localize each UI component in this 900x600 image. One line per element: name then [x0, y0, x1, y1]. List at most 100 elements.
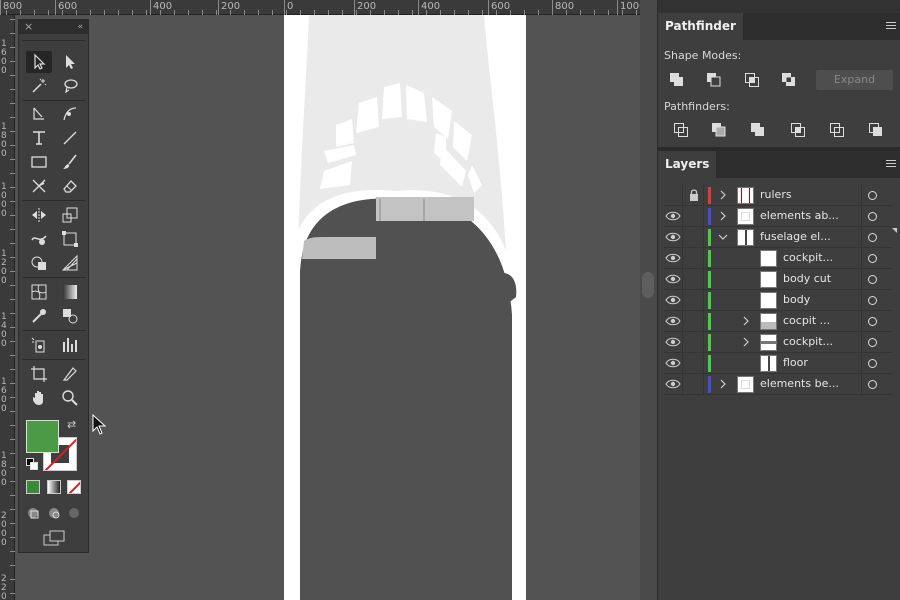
line-tool[interactable] — [57, 127, 83, 149]
visibility-eye-icon[interactable] — [665, 293, 681, 307]
reflect-tool[interactable] — [26, 204, 52, 226]
tab-pathfinder[interactable]: Pathfinder — [658, 13, 743, 40]
panel-resize-handle[interactable] — [642, 272, 654, 298]
tools-panel-header[interactable]: × « — [19, 20, 88, 34]
visibility-eye-icon[interactable] — [665, 335, 681, 349]
horizontal-ruler[interactable]: 800 600 400 200 0 200 400 600 800 1000 — [0, 0, 657, 15]
chevron-right-icon[interactable] — [718, 379, 728, 389]
lock-toggle[interactable] — [688, 293, 700, 307]
chevron-right-icon[interactable] — [718, 190, 728, 200]
scale-tool[interactable] — [57, 204, 83, 226]
shaper-tool[interactable] — [26, 175, 52, 197]
layer-row[interactable]: elements ab... — [664, 206, 893, 227]
layer-row[interactable]: floor — [664, 353, 893, 374]
paintbrush-tool[interactable] — [57, 151, 83, 173]
target-circle-icon[interactable] — [868, 317, 877, 326]
target-circle-icon[interactable] — [868, 212, 877, 221]
draw-inside-button[interactable] — [67, 505, 81, 519]
lasso-tool[interactable] — [57, 75, 83, 97]
target-circle-icon[interactable] — [868, 233, 877, 242]
layer-row[interactable]: cocpit ... — [664, 311, 893, 332]
perspective-grid-tool[interactable] — [57, 252, 83, 274]
layer-name[interactable]: elements ab... — [760, 209, 839, 222]
lock-toggle[interactable] — [688, 335, 700, 349]
layers-scroll-indicator[interactable] — [892, 228, 897, 233]
slice-tool[interactable] — [57, 363, 83, 385]
visibility-eye-icon[interactable] — [665, 272, 681, 286]
layer-row[interactable]: cockpit... — [664, 248, 893, 269]
draw-behind-button[interactable] — [47, 505, 61, 519]
mesh-tool[interactable] — [26, 281, 52, 303]
chevron-right-icon[interactable] — [741, 337, 751, 347]
visibility-eye-icon[interactable] — [665, 314, 681, 328]
pathfinder-menu-icon[interactable] — [886, 22, 896, 31]
zoom-tool[interactable] — [57, 387, 83, 409]
magic-wand-tool[interactable] — [26, 75, 52, 97]
visibility-toggle[interactable] — [665, 188, 681, 202]
blend-tool[interactable] — [57, 305, 83, 327]
chevron-down-icon[interactable] — [718, 232, 728, 242]
hand-tool[interactable] — [26, 387, 52, 409]
layer-name[interactable]: cockpit... — [783, 251, 833, 264]
visibility-eye-icon[interactable] — [665, 209, 681, 223]
unite-button[interactable] — [667, 70, 687, 90]
target-circle-icon[interactable] — [868, 338, 877, 347]
eraser-tool[interactable] — [57, 175, 83, 197]
merge-button[interactable] — [748, 120, 768, 140]
color-mode-button[interactable] — [26, 480, 40, 494]
lock-toggle[interactable] — [688, 209, 700, 223]
type-tool[interactable] — [26, 127, 52, 149]
layer-row[interactable]: rulers — [664, 185, 893, 206]
visibility-eye-icon[interactable] — [665, 251, 681, 265]
layer-name[interactable]: cockpit... — [783, 335, 833, 348]
artboard[interactable] — [284, 15, 526, 600]
minus-back-button[interactable] — [866, 120, 886, 140]
layer-row[interactable]: body cut — [664, 269, 893, 290]
target-circle-icon[interactable] — [868, 191, 877, 200]
lock-toggle[interactable] — [688, 230, 700, 244]
column-graph-tool[interactable] — [57, 334, 83, 356]
layer-name[interactable]: elements be... — [760, 377, 839, 390]
divide-button[interactable] — [671, 120, 691, 140]
layer-name[interactable]: floor — [783, 356, 808, 369]
trim-button[interactable] — [709, 120, 729, 140]
visibility-eye-icon[interactable] — [665, 356, 681, 370]
lock-icon[interactable] — [688, 188, 700, 202]
rectangle-tool[interactable] — [26, 151, 52, 173]
layer-row[interactable]: cockpit... — [664, 332, 893, 353]
eyedropper-tool[interactable] — [26, 305, 52, 327]
target-circle-icon[interactable] — [868, 359, 877, 368]
curvature-tool[interactable] — [57, 103, 83, 125]
symbol-sprayer-tool[interactable] — [26, 334, 52, 356]
lock-toggle[interactable] — [688, 377, 700, 391]
swap-fill-stroke-icon[interactable]: ⇄ — [67, 418, 76, 431]
artwork[interactable] — [284, 15, 526, 600]
layer-name[interactable]: rulers — [760, 188, 792, 201]
free-transform-tool[interactable] — [57, 228, 83, 250]
expand-button[interactable]: Expand — [816, 70, 893, 90]
lock-toggle[interactable] — [688, 356, 700, 370]
pen-tool[interactable] — [26, 103, 52, 125]
gradient-mode-button[interactable] — [47, 480, 61, 494]
target-circle-icon[interactable] — [868, 296, 877, 305]
close-panel-button[interactable]: × — [24, 20, 33, 34]
visibility-eye-icon[interactable] — [665, 230, 681, 244]
collapse-panel-button[interactable]: « — [77, 20, 83, 34]
target-circle-icon[interactable] — [868, 254, 877, 263]
crop-button[interactable] — [788, 120, 808, 140]
layers-menu-icon[interactable] — [886, 160, 896, 169]
layer-row[interactable]: elements be... — [664, 374, 893, 395]
gradient-tool[interactable] — [57, 281, 83, 303]
target-circle-icon[interactable] — [868, 275, 877, 284]
lock-toggle[interactable] — [688, 272, 700, 286]
visibility-eye-icon[interactable] — [665, 377, 681, 391]
layer-name[interactable]: body cut — [783, 272, 831, 285]
chevron-right-icon[interactable] — [718, 211, 728, 221]
minus-front-button[interactable] — [704, 70, 724, 90]
artboard-tool[interactable] — [26, 363, 52, 385]
outline-button[interactable] — [827, 120, 847, 140]
layer-row[interactable]: fuselage el... — [664, 227, 893, 248]
layer-row[interactable]: body — [664, 290, 893, 311]
intersect-button[interactable] — [742, 70, 762, 90]
warp-tool[interactable] — [26, 228, 52, 250]
